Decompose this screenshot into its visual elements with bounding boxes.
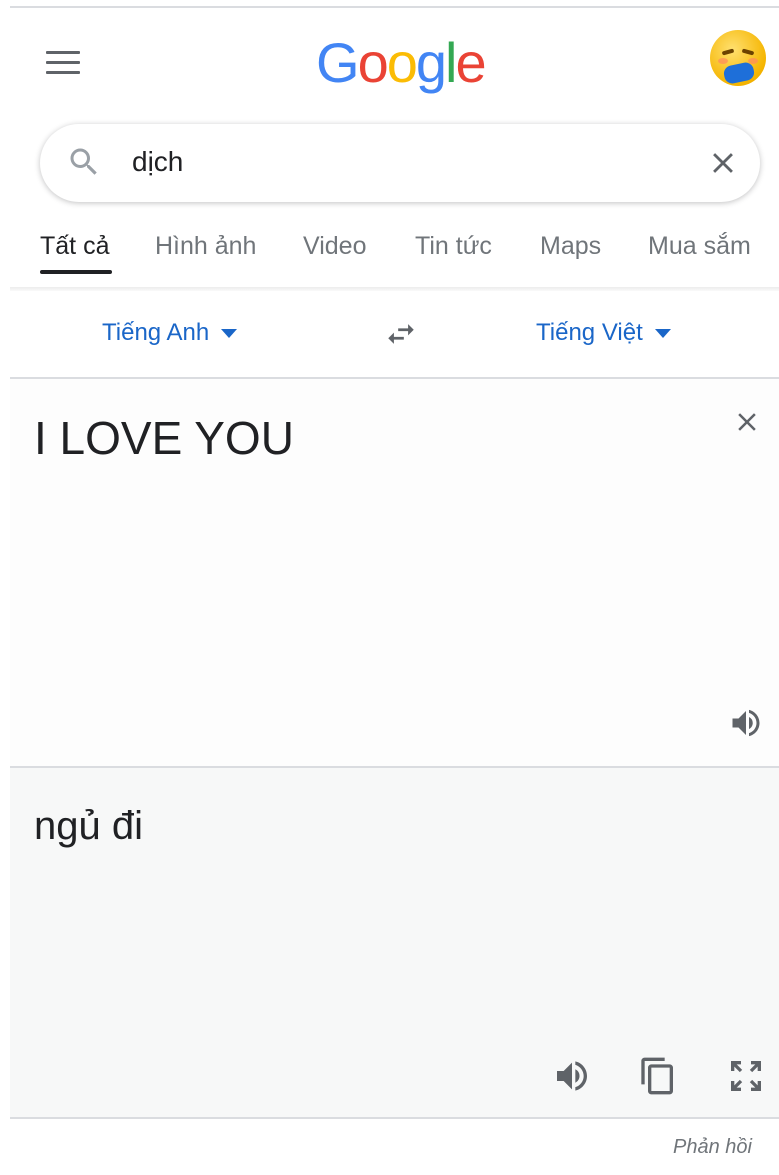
active-tab-indicator	[40, 270, 112, 274]
close-icon[interactable]	[706, 146, 740, 180]
tab-maps[interactable]: Maps	[540, 232, 601, 261]
search-box[interactable]: dịch	[40, 124, 760, 202]
source-language-label: Tiếng Anh	[102, 319, 210, 346]
caret-down-icon	[654, 329, 671, 339]
tab-images[interactable]: Hình ảnh	[155, 232, 256, 261]
tab-news[interactable]: Tin tức	[415, 232, 492, 261]
tab-video[interactable]: Video	[303, 232, 367, 261]
tab-all[interactable]: Tất cả	[40, 232, 109, 261]
google-logo[interactable]: Google	[316, 30, 487, 95]
close-icon[interactable]	[732, 407, 762, 437]
target-language-select[interactable]: Tiếng Việt	[536, 319, 671, 347]
speaker-icon[interactable]	[552, 1056, 592, 1096]
header: Google	[0, 8, 779, 118]
swap-icon[interactable]	[382, 317, 420, 351]
copy-icon[interactable]	[638, 1056, 678, 1096]
target-language-label: Tiếng Việt	[536, 319, 643, 346]
caret-down-icon	[221, 329, 238, 339]
source-text[interactable]: I LOVE YOU	[34, 411, 294, 465]
search-tabs: Tất cả Hình ảnh Video Tin tức Maps Mua s…	[0, 222, 779, 282]
translation-panel: ngủ đi	[10, 768, 779, 1117]
search-icon[interactable]	[66, 144, 102, 180]
avatar[interactable]	[710, 30, 766, 86]
search-input[interactable]: dịch	[132, 146, 183, 178]
source-language-select[interactable]: Tiếng Anh	[102, 319, 238, 347]
speaker-icon[interactable]	[726, 705, 766, 741]
feedback-link[interactable]: Phản hồi	[673, 1136, 752, 1159]
menu-icon[interactable]	[46, 51, 82, 79]
translated-text: ngủ đi	[34, 804, 143, 848]
tab-shopping[interactable]: Mua sắm	[648, 232, 751, 261]
source-text-panel[interactable]: I LOVE YOU	[10, 379, 779, 766]
divider	[10, 1117, 779, 1119]
fullscreen-icon[interactable]	[726, 1056, 766, 1096]
language-bar: Tiếng Anh Tiếng Việt	[10, 291, 779, 377]
